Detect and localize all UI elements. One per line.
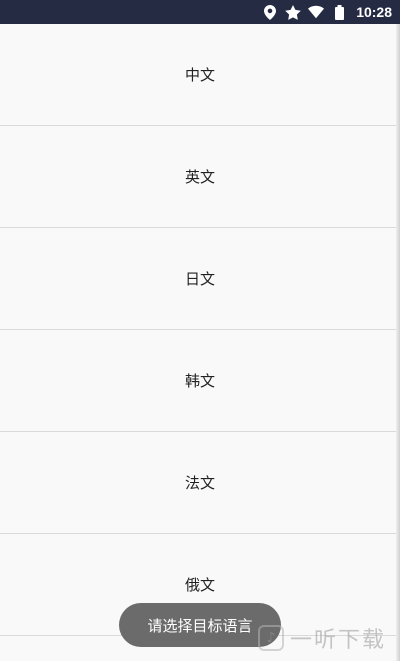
- list-item-chinese[interactable]: 中文: [0, 24, 400, 126]
- list-item-japanese[interactable]: 日文: [0, 228, 400, 330]
- language-label: 俄文: [184, 576, 215, 594]
- language-list: 中文 英文 日文 韩文 法文 俄文: [0, 24, 400, 661]
- wifi-icon: [308, 4, 325, 20]
- list-item-french[interactable]: 法文: [0, 432, 400, 534]
- list-item-english[interactable]: 英文: [0, 126, 400, 228]
- language-label: 法文: [184, 474, 215, 492]
- battery-icon: [331, 4, 347, 20]
- language-label: 韩文: [184, 372, 215, 390]
- location-icon: [262, 4, 278, 20]
- toast: 请选择目标语言: [119, 603, 281, 647]
- toast-text: 请选择目标语言: [147, 616, 253, 635]
- watermark-text: 一听下载: [290, 628, 387, 653]
- list-item-korean[interactable]: 韩文: [0, 330, 400, 432]
- status-bar: 10:28: [0, 0, 400, 24]
- star-icon: [285, 4, 301, 20]
- language-label: 中文: [184, 66, 215, 84]
- language-label: 英文: [184, 168, 215, 186]
- watermark: ♪ 一听下载: [258, 618, 400, 658]
- watermark-logo-icon: ♪: [258, 625, 284, 651]
- status-time: 10:28: [356, 4, 392, 20]
- scroll-edge: [396, 24, 400, 661]
- language-label: 日文: [184, 270, 215, 288]
